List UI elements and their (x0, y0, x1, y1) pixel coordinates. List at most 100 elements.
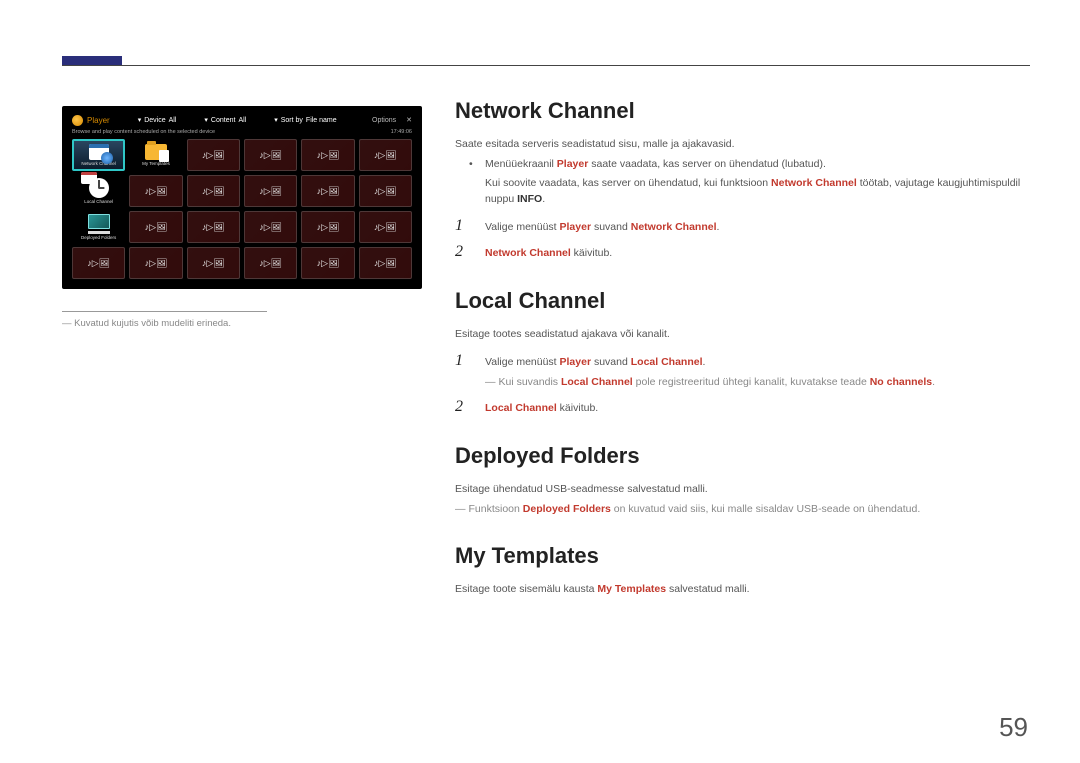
media-icon: ♪▷🖼 (317, 259, 340, 268)
bullet-2: Kui soovite vaadata, kas server on ühend… (473, 175, 1030, 208)
bar-icon (88, 231, 110, 234)
lc-ref: Local Channel (631, 356, 703, 368)
device-filter: ▾ Device All (138, 116, 177, 124)
player-subtitle: Browse and play content scheduled on the… (72, 129, 215, 135)
text: suvand (591, 221, 631, 233)
tile-generic: ♪▷🖼 (244, 211, 297, 243)
text: Funktsioon (469, 503, 523, 515)
sort-label: Sort by (281, 117, 303, 124)
media-icon: ♪▷🖼 (145, 187, 168, 196)
media-icon: ♪▷🖼 (374, 223, 397, 232)
media-icon: ♪▷🖼 (202, 187, 225, 196)
text: Kui soovite vaadata, kas server on ühend… (485, 177, 771, 189)
note-local: ―Kui suvandis Local Channel pole registr… (485, 374, 935, 390)
media-icon: ♪▷🖼 (374, 151, 397, 160)
mt-ref: My Templates (597, 583, 666, 595)
player-screenshot: Player ▾ Device All ▾ Content All ▾ Sort… (62, 106, 422, 289)
media-icon: ♪▷🖼 (374, 259, 397, 268)
player-ref: Player (560, 356, 592, 368)
text: Valige menüüst (485, 356, 560, 368)
tile-generic: ♪▷🖼 (359, 211, 412, 243)
nc-ref: Network Channel (771, 177, 857, 189)
lc-ref: Local Channel (485, 402, 557, 414)
section-local-channel: Local Channel Esitage tootes seadistatud… (455, 288, 1030, 417)
device-label: Device (144, 117, 165, 124)
player-header: Player (72, 115, 110, 126)
media-icon: ♪▷🖼 (317, 187, 340, 196)
tile-generic: ♪▷🖼 (301, 139, 354, 171)
text: suvand (591, 356, 631, 368)
text: Valige menüüst (485, 221, 560, 233)
df-ref: Deployed Folders (523, 503, 611, 515)
player-ref: Player (560, 221, 592, 233)
step-1: 1 Valige menüüst Player suvand Local Cha… (455, 352, 1030, 391)
info-ref: INFO (517, 193, 542, 205)
step-number: 1 (455, 352, 469, 370)
step-number: 1 (455, 217, 469, 235)
content-value: All (238, 117, 246, 124)
nc-ref: Network Channel (631, 221, 717, 233)
tile-generic: ♪▷🖼 (129, 175, 182, 207)
section-deployed-folders: Deployed Folders Esitage ühendatud USB-s… (455, 443, 1030, 518)
tile-generic: ♪▷🖼 (72, 247, 125, 279)
section-network-channel: Network Channel Saate esitada serveris s… (455, 98, 1030, 262)
tile-generic: ♪▷🖼 (359, 175, 412, 207)
tile-generic: ♪▷🖼 (187, 211, 240, 243)
tile-generic: ♪▷🖼 (301, 211, 354, 243)
step-number: 2 (455, 398, 469, 416)
media-icon: ♪▷🖼 (374, 187, 397, 196)
options-label: Options (372, 117, 396, 124)
close-icon: ✕ (406, 116, 412, 124)
content-label: Content (211, 117, 236, 124)
player-label: Player (87, 116, 110, 125)
text: saate vaadata, kas server on ühendatud (… (588, 158, 826, 170)
step-1: 1 Valige menüüst Player suvand Network C… (455, 217, 1030, 235)
tile-local-channel: Local Channel (72, 175, 125, 207)
page-number: 59 (999, 712, 1028, 743)
player-ref: Player (557, 158, 589, 170)
sort-filter: ▾ Sort by File name (274, 116, 336, 124)
tile-generic: ♪▷🖼 (359, 247, 412, 279)
media-icon: ♪▷🖼 (259, 151, 282, 160)
text: Esitage toote sisemälu kausta (455, 583, 597, 595)
text: Menüüekraanil (485, 158, 557, 170)
tile-label: Deployed Folders (81, 236, 116, 241)
template-icon (88, 214, 110, 229)
desc-deployed: Esitage ühendatud USB-seadmesse salvesta… (455, 481, 1030, 497)
heading-my-templates: My Templates (455, 543, 1030, 569)
header-rule (62, 65, 1030, 66)
text: on kuvatud vaid siis, kui malle sisaldav… (611, 503, 920, 515)
media-icon: ♪▷🖼 (202, 223, 225, 232)
tile-network-channel: Network Channel (72, 139, 125, 171)
lc-ref: Local Channel (561, 376, 633, 388)
media-icon: ♪▷🖼 (202, 259, 225, 268)
tile-generic: ♪▷🖼 (244, 247, 297, 279)
text: salvestatud malli. (666, 583, 749, 595)
step-2: 2 Network Channel käivitub. (455, 243, 1030, 261)
media-icon: ♪▷🖼 (317, 151, 340, 160)
heading-local-channel: Local Channel (455, 288, 1030, 314)
tile-my-templates: My Templates (129, 139, 182, 171)
section-my-templates: My Templates Esitage toote sisemälu kaus… (455, 543, 1030, 597)
note-deployed: ―Funktsioon Deployed Folders on kuvatud … (455, 501, 1030, 517)
nc-ref: Network Channel (485, 247, 571, 259)
nc-ref: No channels (870, 376, 932, 388)
player-icon (72, 115, 83, 126)
desc-templates: Esitage toote sisemälu kausta My Templat… (455, 581, 1030, 597)
media-icon: ♪▷🖼 (259, 187, 282, 196)
player-clock: 17:49:06 (391, 129, 412, 135)
tile-generic: ♪▷🖼 (359, 139, 412, 171)
media-icon: ♪▷🖼 (145, 259, 168, 268)
caption-text: Kuvatud kujutis võib mudeliti erineda. (74, 318, 231, 329)
text: Kui suvandis (499, 376, 561, 388)
caption-note: ― Kuvatud kujutis võib mudeliti erineda. (62, 311, 267, 329)
tile-label: My Templates (142, 162, 170, 167)
media-icon: ♪▷🖼 (259, 259, 282, 268)
text: käivitub. (557, 402, 598, 414)
desc-local: Esitage tootes seadistatud ajakava või k… (455, 326, 1030, 342)
sort-value: File name (306, 117, 337, 124)
globe-icon (101, 152, 113, 164)
chapter-tab (62, 56, 122, 65)
chevron-down-icon: ▾ (274, 116, 278, 124)
media-icon: ♪▷🖼 (145, 223, 168, 232)
